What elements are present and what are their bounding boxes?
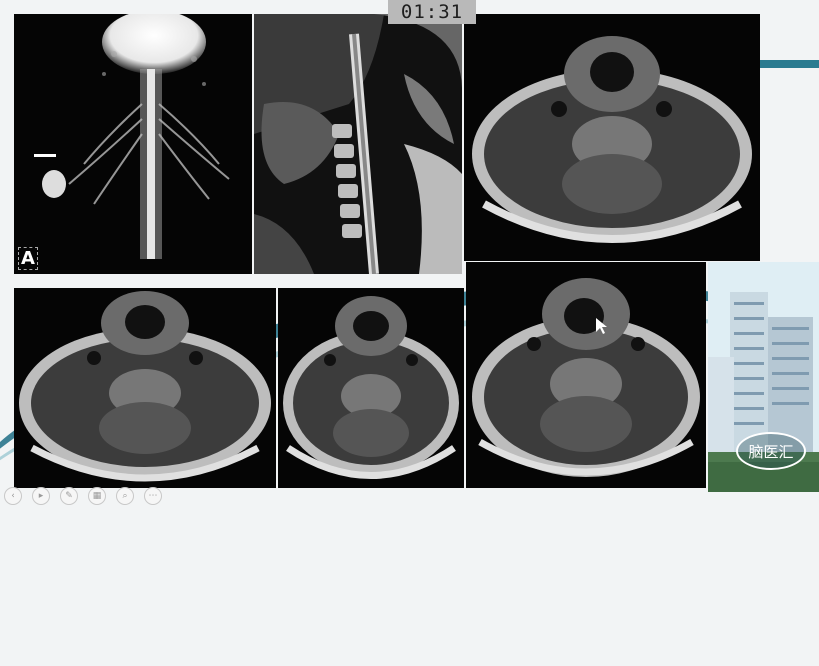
image-panel-axial-3 — [278, 288, 464, 488]
image-panel-axial-1 — [464, 14, 760, 261]
axial-neck-image — [472, 278, 700, 477]
pen-icon[interactable]: ✎ — [60, 487, 78, 505]
axial-neck-image — [472, 36, 752, 243]
zoom-icon[interactable]: ⌕ — [116, 487, 134, 505]
image-panel-coronal-mip: A — [14, 14, 252, 274]
orientation-label: A — [18, 247, 38, 270]
grid-icon[interactable]: ▦ — [88, 487, 106, 505]
brand-logo: 脑医汇 — [736, 432, 806, 470]
image-panel-sagittal — [254, 14, 462, 274]
presentation-timer: 01:31 — [388, 0, 476, 24]
slide-toolbar: ‹ ▸ ✎ ▦ ⌕ ⋯ — [4, 487, 162, 505]
axial-neck-image — [19, 291, 271, 482]
menu-icon[interactable]: ⋯ — [144, 487, 162, 505]
image-panel-axial-4 — [466, 262, 706, 488]
coronal-mip-image — [34, 14, 230, 259]
image-panel-axial-2 — [14, 288, 276, 488]
axial-neck-image — [283, 296, 459, 479]
sagittal-spine-image — [254, 14, 462, 274]
play-icon[interactable]: ▸ — [32, 487, 50, 505]
prev-icon[interactable]: ‹ — [4, 487, 22, 505]
